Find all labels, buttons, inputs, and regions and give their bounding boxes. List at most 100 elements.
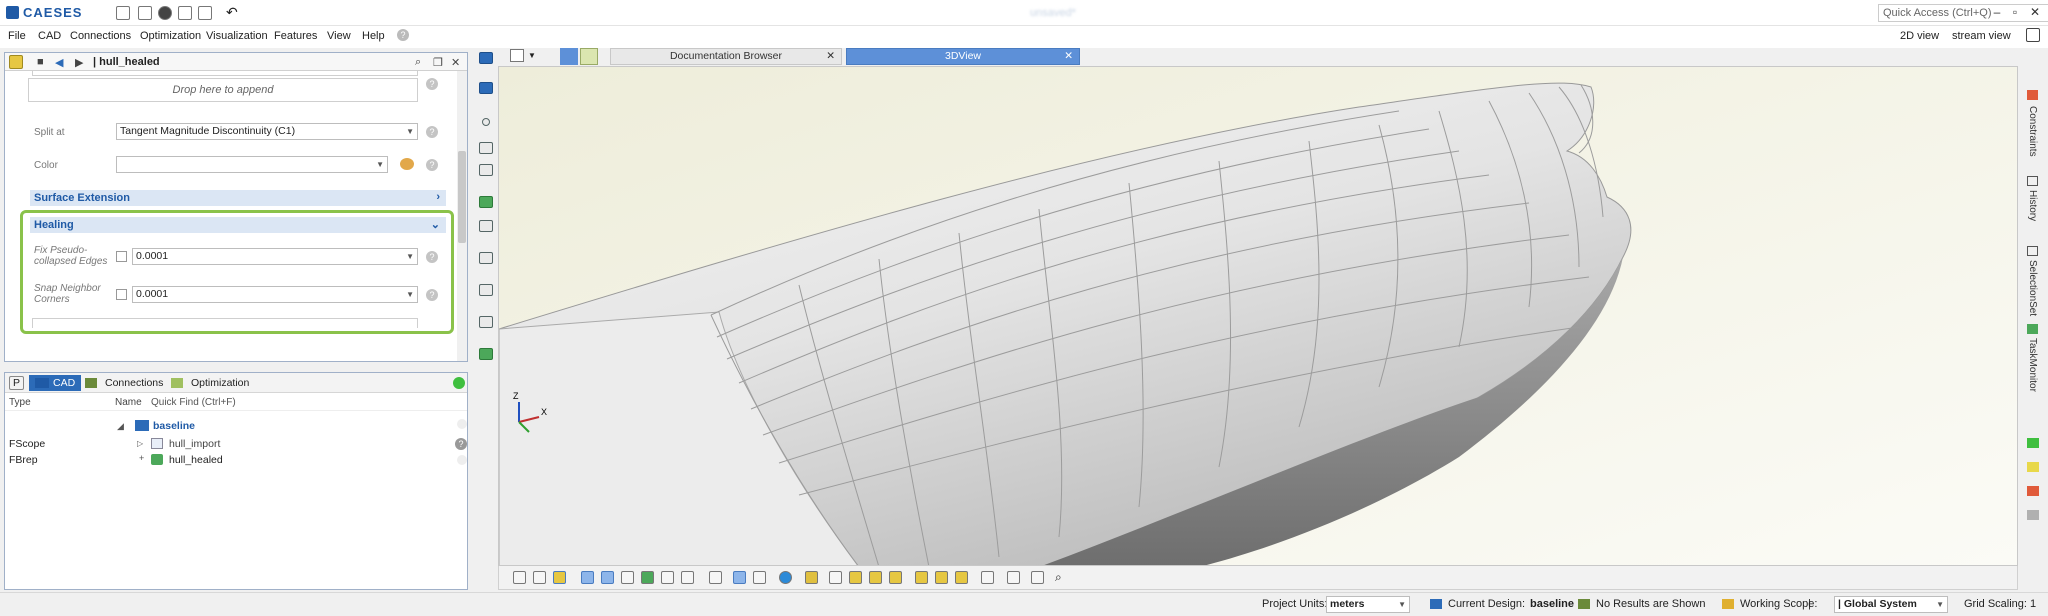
save-icon[interactable]: [178, 6, 192, 20]
menu-features[interactable]: Features: [274, 30, 317, 42]
highlight-icon[interactable]: [553, 571, 566, 584]
red-status-swatch[interactable]: [2027, 486, 2039, 496]
shield-icon[interactable]: [733, 571, 746, 584]
column-type[interactable]: Type: [9, 397, 31, 408]
grey-status-swatch[interactable]: [2027, 510, 2039, 520]
folder-baseline[interactable]: baseline: [153, 420, 195, 432]
menu-file[interactable]: File: [8, 30, 26, 42]
select-curve-icon[interactable]: [601, 571, 614, 584]
tab-p[interactable]: P: [9, 376, 25, 390]
view-reset-icon[interactable]: [533, 571, 546, 584]
brep-tool-icon[interactable]: [479, 196, 493, 208]
3d-viewport[interactable]: Z X: [498, 66, 2018, 566]
camera-icon[interactable]: [1007, 571, 1020, 584]
feature-icon[interactable]: [479, 348, 493, 360]
stop-icon[interactable]: ■: [37, 56, 44, 68]
close-icon[interactable]: ✕: [826, 49, 835, 64]
help-icon[interactable]: ?: [426, 159, 438, 171]
tab-documentation-browser[interactable]: Documentation Browser ✕: [610, 48, 842, 65]
lock-icon[interactable]: [805, 571, 818, 584]
select-brep-icon[interactable]: [641, 571, 654, 584]
panel-task-monitor[interactable]: TaskMonitor: [2027, 338, 2038, 392]
layout-icon[interactable]: [510, 49, 524, 62]
quick-access-input[interactable]: Quick Access (Ctrl+Q): [1878, 4, 2048, 22]
view-front-icon[interactable]: [829, 571, 842, 584]
cad-mode-icon[interactable]: [479, 52, 493, 64]
new-file-icon[interactable]: [116, 6, 130, 20]
axis-icon[interactable]: [753, 571, 766, 584]
panel-selection-set[interactable]: SelectionSet: [2027, 260, 2038, 316]
property-scrollbar[interactable]: [457, 71, 467, 361]
surface-icon[interactable]: [479, 164, 493, 176]
quick-find-input[interactable]: Quick Find (Ctrl+F): [151, 397, 236, 408]
help-icon[interactable]: ?: [426, 78, 438, 90]
zoom-icon[interactable]: ⌕: [1055, 570, 1062, 585]
close-icon[interactable]: ✕: [1064, 49, 1073, 64]
tab-connections[interactable]: Connections: [101, 375, 167, 391]
rotate-y-icon[interactable]: [935, 571, 948, 584]
mesh-icon[interactable]: [479, 316, 493, 328]
select-point-icon[interactable]: [581, 571, 594, 584]
section-surface-extension[interactable]: Surface Extension ›: [30, 190, 446, 206]
view-iso-icon[interactable]: [889, 571, 902, 584]
box-icon[interactable]: [709, 571, 722, 584]
expand-arrow-icon[interactable]: ▷: [137, 439, 143, 448]
grid-icon[interactable]: [1031, 571, 1044, 584]
tree-item-hull-healed[interactable]: hull_healed: [169, 454, 223, 466]
color-select[interactable]: ▼: [116, 156, 388, 173]
split-at-select[interactable]: Tangent Magnitude Discontinuity (C1) ▼: [116, 123, 418, 140]
view-side-icon[interactable]: [869, 571, 882, 584]
search-icon[interactable]: ⌕: [415, 56, 421, 69]
back-icon[interactable]: ◀: [55, 56, 63, 69]
solid-icon[interactable]: [479, 220, 493, 232]
forward-icon[interactable]: ▶: [75, 56, 83, 69]
rotate-x-icon[interactable]: [915, 571, 928, 584]
panel-history[interactable]: History: [2027, 190, 2038, 221]
yellow-status-swatch[interactable]: [2027, 462, 2039, 472]
stream-view-link[interactable]: stream view: [1952, 30, 2011, 42]
minimize-icon[interactable]: –: [1990, 5, 2004, 19]
help-icon[interactable]: ?: [397, 29, 409, 41]
import-icon[interactable]: [479, 252, 493, 264]
folder-tab-icon[interactable]: [560, 48, 578, 65]
help-icon[interactable]: ?: [455, 438, 467, 450]
tree-item-hull-import[interactable]: hull_import: [169, 438, 220, 450]
view-top-icon[interactable]: [849, 571, 862, 584]
menu-help[interactable]: Help: [362, 30, 385, 42]
play-tab-icon[interactable]: [580, 48, 598, 65]
menu-view[interactable]: View: [327, 30, 351, 42]
info-icon[interactable]: [779, 571, 792, 584]
drop-zone[interactable]: Drop here to append: [28, 78, 418, 102]
units-select[interactable]: meters ▼: [1326, 596, 1410, 613]
undo-icon[interactable]: ↶: [226, 4, 238, 21]
measure-icon[interactable]: [479, 284, 493, 296]
scope-value[interactable]: |: [1808, 598, 1811, 610]
select-mesh-icon[interactable]: [681, 571, 694, 584]
design-value[interactable]: baseline: [1530, 598, 1574, 610]
close-project-icon[interactable]: [158, 6, 172, 20]
tab-optimization[interactable]: Optimization: [187, 375, 253, 391]
rotate-z-icon[interactable]: [955, 571, 968, 584]
select-surface-icon[interactable]: [621, 571, 634, 584]
expand-arrow-icon[interactable]: ◢: [117, 421, 124, 432]
select-icon[interactable]: [479, 82, 493, 94]
clip-icon[interactable]: [981, 571, 994, 584]
menu-visualization[interactable]: Visualization: [206, 30, 268, 42]
close-panel-icon[interactable]: ✕: [451, 56, 460, 69]
menu-optimization[interactable]: Optimization: [140, 30, 201, 42]
chevron-down-icon[interactable]: ▼: [528, 51, 536, 60]
help-icon[interactable]: ?: [426, 126, 438, 138]
copy-icon[interactable]: ❐: [433, 56, 443, 69]
menu-connections[interactable]: Connections: [70, 30, 131, 42]
tab-3dview[interactable]: 3DView ✕: [846, 48, 1080, 65]
save-as-icon[interactable]: [198, 6, 212, 20]
coordinate-system-select[interactable]: | Global System ▼: [1834, 596, 1948, 613]
palette-icon[interactable]: [400, 158, 414, 170]
menu-cad[interactable]: CAD: [38, 30, 61, 42]
scrollbar-thumb[interactable]: [458, 151, 466, 243]
maximize-icon[interactable]: ▫: [2008, 5, 2022, 19]
panel-constraints[interactable]: Constraints: [2027, 106, 2038, 157]
curve-icon[interactable]: [479, 142, 493, 154]
point-icon[interactable]: [482, 118, 490, 126]
open-folder-icon[interactable]: [138, 6, 152, 20]
